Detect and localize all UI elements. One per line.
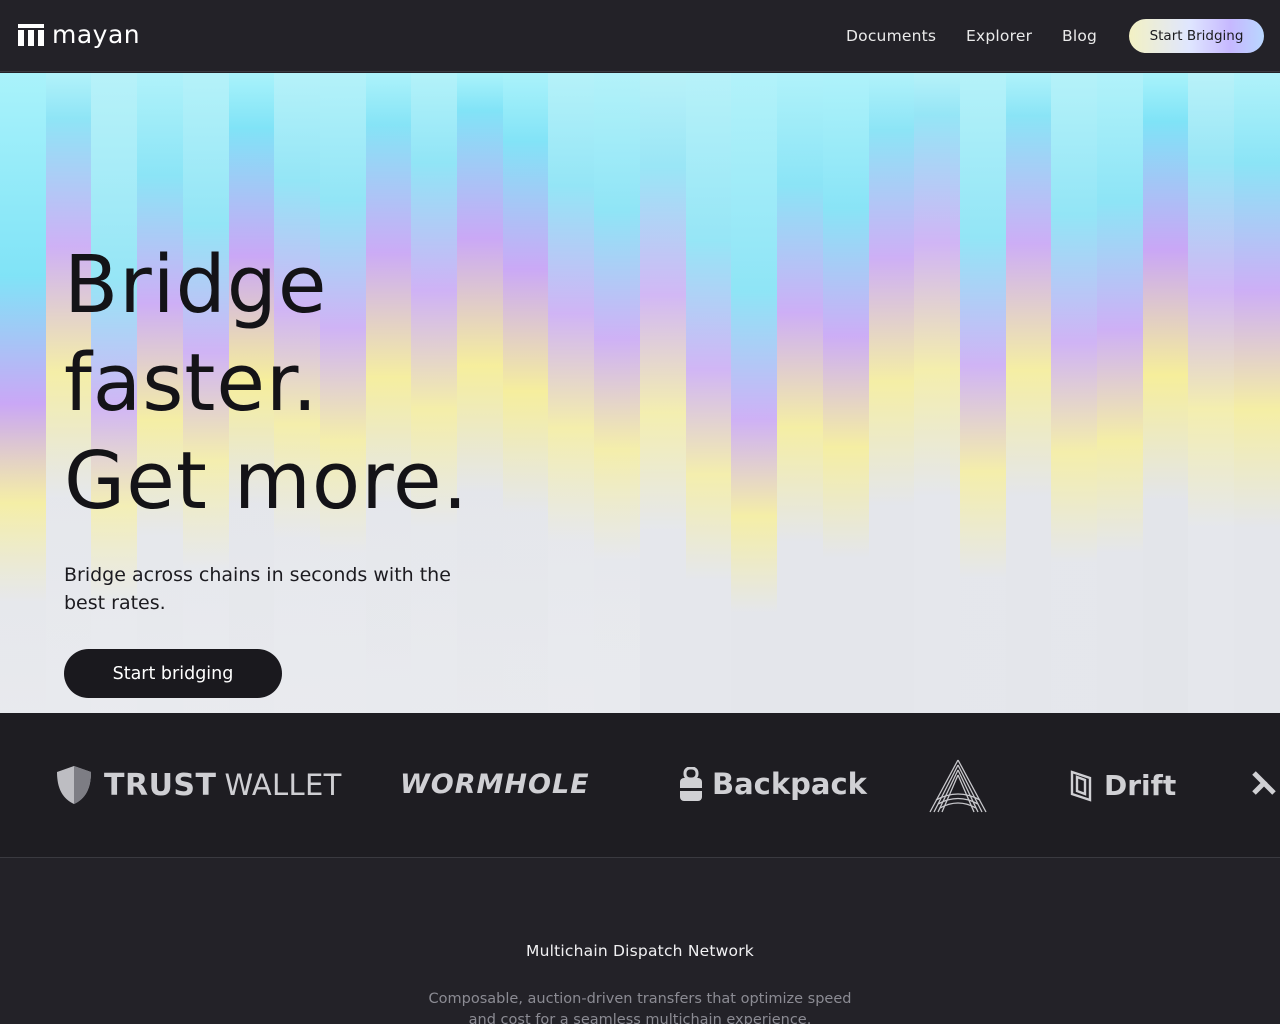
nav-link-blog[interactable]: Blog xyxy=(1062,27,1097,45)
partner-trust-wallet[interactable]: TRUST WALLET xyxy=(56,765,342,805)
backpack-logo-text: Backpack xyxy=(712,767,867,801)
aptos-a-icon xyxy=(929,759,987,813)
section-title: Multichain Dispatch Network xyxy=(526,942,754,960)
headline-line-2: faster. xyxy=(64,337,319,429)
chevron-right-logo-icon xyxy=(1252,771,1276,795)
trust-wallet-bold: TRUST xyxy=(104,767,217,803)
mayan-logo-icon xyxy=(18,24,44,46)
headline-line-3: Get more. xyxy=(64,435,469,527)
partner-wormhole[interactable]: WORMHOLE xyxy=(400,769,590,800)
hero-headline: Bridge faster. Get more. xyxy=(64,236,469,530)
brand-logo[interactable]: mayan xyxy=(18,22,140,48)
start-bridging-hero-button[interactable]: Start bridging xyxy=(64,649,282,698)
drift-logo-text: Drift xyxy=(1104,769,1177,802)
partners-strip: TRUST WALLET WORMHOLE Backpack Drift xyxy=(0,713,1280,858)
hero-section: Bridge faster. Get more. Bridge across c… xyxy=(0,73,1280,713)
partner-backpack[interactable]: Backpack xyxy=(680,767,867,801)
wormhole-logo-text: WORMHOLE xyxy=(400,769,590,800)
hero-subline: Bridge across chains in seconds with the… xyxy=(64,564,451,614)
partner-next-partial[interactable] xyxy=(1250,769,1276,803)
partner-aptos[interactable] xyxy=(928,758,988,814)
backpack-lock-icon xyxy=(680,767,702,801)
section-description: Composable, auction-driven transfers tha… xyxy=(428,991,852,1024)
headline-line-1: Bridge xyxy=(64,239,328,331)
partner-drift[interactable]: Drift xyxy=(1068,769,1176,802)
trust-wallet-light: WALLET xyxy=(224,768,342,802)
brand-name: mayan xyxy=(52,20,141,49)
nav-link-documents[interactable]: Documents xyxy=(846,27,936,45)
nav-link-explorer[interactable]: Explorer xyxy=(966,27,1032,45)
drift-icon xyxy=(1070,769,1092,802)
hero-gradient-right xyxy=(640,73,1280,713)
trust-wallet-shield-icon xyxy=(57,766,91,804)
top-navbar: mayan Documents Explorer Blog Start Brid… xyxy=(0,0,1280,72)
start-bridging-nav-button[interactable]: Start Bridging xyxy=(1129,19,1264,53)
